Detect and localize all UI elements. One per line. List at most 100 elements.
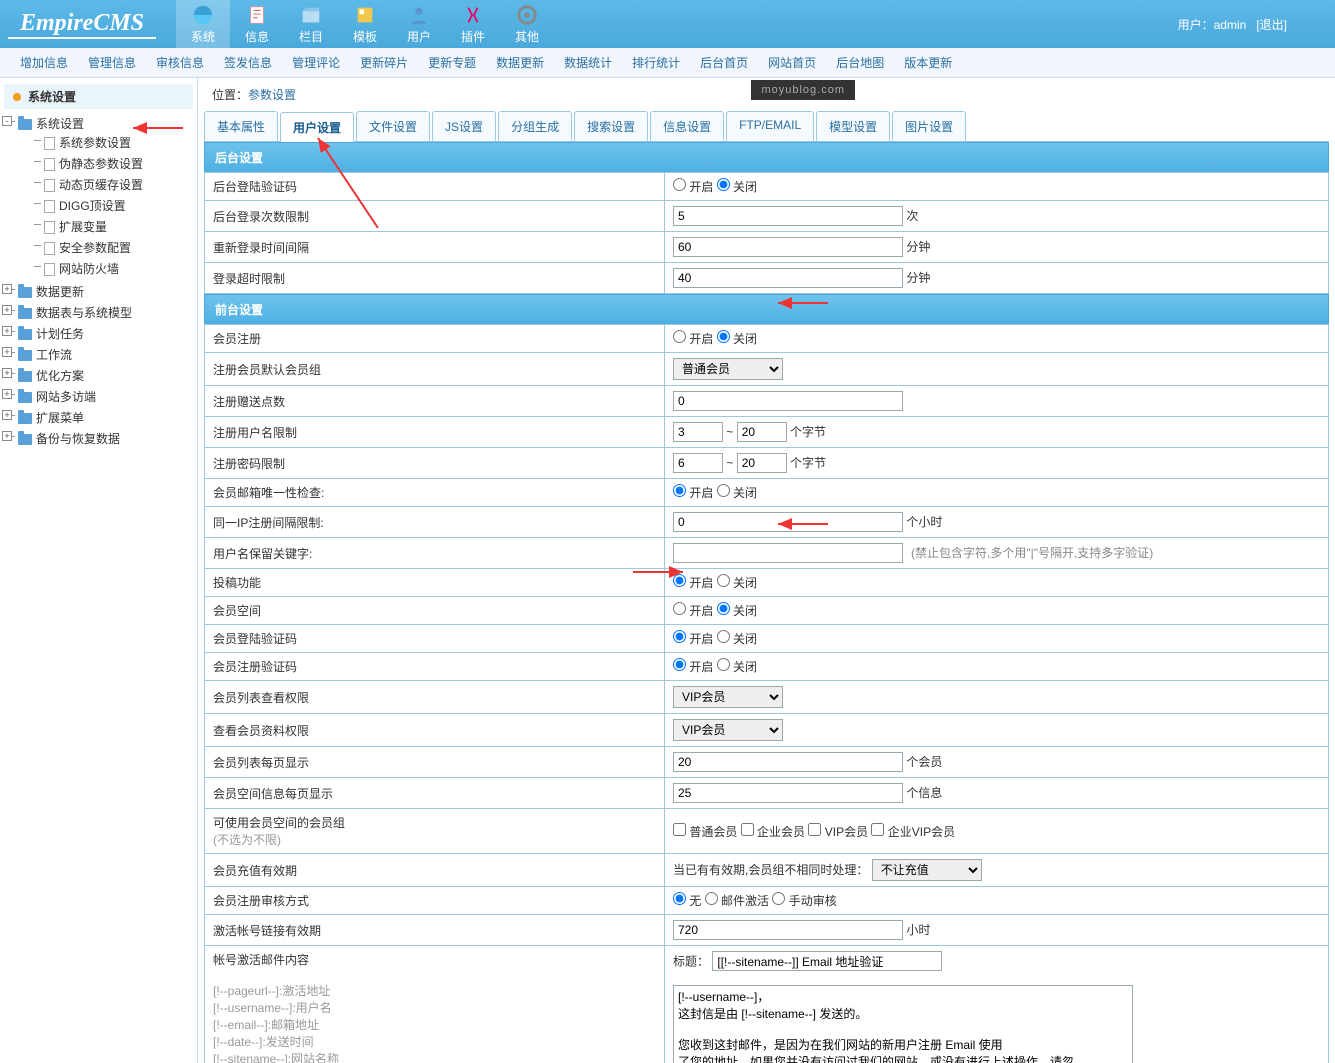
submenu-item[interactable]: 后台首页	[690, 54, 758, 71]
tab-basic[interactable]: 基本属性	[204, 111, 278, 141]
tab-ftp[interactable]: FTP/EMAIL	[726, 111, 814, 141]
login-captcha-off[interactable]	[717, 630, 730, 643]
submenu-item[interactable]: 更新专题	[418, 54, 486, 71]
topmenu-plugin[interactable]: 插件	[446, 0, 500, 48]
email-unique-on[interactable]	[673, 484, 686, 497]
submenu-item[interactable]: 更新碎片	[350, 54, 418, 71]
tree-toggle[interactable]: -	[2, 116, 12, 126]
tree-toggle[interactable]: +	[2, 347, 12, 357]
contribute-on[interactable]	[673, 574, 686, 587]
list-perpage-input[interactable]	[673, 752, 903, 772]
list-perm-select[interactable]: VIP会员	[673, 686, 783, 708]
tree-folder[interactable]: 数据表与系统模型	[36, 306, 132, 320]
tree-toggle[interactable]: +	[2, 410, 12, 420]
submenu-item[interactable]: 数据更新	[486, 54, 554, 71]
submenu-item[interactable]: 增加信息	[10, 54, 78, 71]
tree-file[interactable]: DIGG顶设置	[59, 199, 126, 213]
folder-icon	[18, 287, 32, 298]
topmenu-column[interactable]: 栏目	[284, 0, 338, 48]
reserved-input[interactable]	[673, 543, 903, 563]
logout-link[interactable]: [退出]	[1256, 18, 1287, 32]
tree-folder[interactable]: 备份与恢复数据	[36, 432, 120, 446]
tree-folder[interactable]: 数据更新	[36, 285, 84, 299]
tree-folder[interactable]: 工作流	[36, 348, 72, 362]
label: 会员空间	[205, 597, 665, 625]
tab-user[interactable]: 用户设置	[280, 112, 354, 142]
submenu-item[interactable]: 管理信息	[78, 54, 146, 71]
contribute-off[interactable]	[717, 574, 730, 587]
tree-folder[interactable]: 优化方案	[36, 369, 84, 383]
submenu-item[interactable]: 排行统计	[622, 54, 690, 71]
submenu-item[interactable]: 网站首页	[758, 54, 826, 71]
submenu-item[interactable]: 数据统计	[554, 54, 622, 71]
backend-captcha-on[interactable]	[673, 178, 686, 191]
topmenu-template[interactable]: 模板	[338, 0, 392, 48]
topmenu-other[interactable]: 其他	[500, 0, 554, 48]
login-count-input[interactable]	[673, 206, 903, 226]
space-on[interactable]	[673, 602, 686, 615]
space-perpage-input[interactable]	[673, 783, 903, 803]
tab-js[interactable]: JS设置	[432, 111, 496, 141]
tab-info[interactable]: 信息设置	[650, 111, 724, 141]
submenu-item[interactable]: 后台地图	[826, 54, 894, 71]
crumb-link[interactable]: 参数设置	[248, 88, 296, 102]
pw-min-input[interactable]	[673, 453, 723, 473]
space-off[interactable]	[717, 602, 730, 615]
tree-toggle[interactable]: +	[2, 326, 12, 336]
submenu-item[interactable]: 审核信息	[146, 54, 214, 71]
tree-file[interactable]: 网站防火墙	[59, 262, 119, 276]
reg-captcha-on[interactable]	[673, 658, 686, 671]
un-min-input[interactable]	[673, 422, 723, 442]
submenu-item[interactable]: 版本更新	[894, 54, 962, 71]
topmenu-system[interactable]: 系统	[176, 0, 230, 48]
pw-max-input[interactable]	[737, 453, 787, 473]
submenu-item[interactable]: 管理评论	[282, 54, 350, 71]
email-body-textarea[interactable]	[673, 985, 1133, 1063]
default-group-select[interactable]: 普通会员	[673, 358, 783, 380]
tab-file[interactable]: 文件设置	[356, 111, 430, 141]
tree-toggle[interactable]: +	[2, 389, 12, 399]
submenu-item[interactable]: 签发信息	[214, 54, 282, 71]
tree-folder[interactable]: 计划任务	[36, 327, 84, 341]
group-cb[interactable]	[741, 823, 754, 836]
reg-captcha-off[interactable]	[717, 658, 730, 671]
tree-folder[interactable]: 网站多访端	[36, 390, 96, 404]
tree-folder[interactable]: 系统设置	[36, 117, 84, 131]
topmenu-info[interactable]: 信息	[230, 0, 284, 48]
tree-file-sys-params[interactable]: 系统参数设置	[59, 136, 131, 150]
login-captcha-on[interactable]	[673, 630, 686, 643]
tree-file[interactable]: 安全参数配置	[59, 241, 131, 255]
email-title-input[interactable]	[712, 951, 942, 971]
ip-limit-input[interactable]	[673, 512, 903, 532]
tree-file[interactable]: 伪静态参数设置	[59, 157, 143, 171]
tree-toggle[interactable]: +	[2, 305, 12, 315]
activate-valid-input[interactable]	[673, 920, 903, 940]
audit-email[interactable]	[705, 892, 718, 905]
tree-file[interactable]: 扩展变量	[59, 220, 107, 234]
topmenu-user[interactable]: 用户	[392, 0, 446, 48]
audit-none[interactable]	[673, 892, 686, 905]
tree-toggle[interactable]: +	[2, 431, 12, 441]
group-cb[interactable]	[871, 823, 884, 836]
un-max-input[interactable]	[737, 422, 787, 442]
tab-model[interactable]: 模型设置	[816, 111, 890, 141]
group-cb[interactable]	[808, 823, 821, 836]
tab-image[interactable]: 图片设置	[892, 111, 966, 141]
group-cb[interactable]	[673, 823, 686, 836]
audit-manual[interactable]	[772, 892, 785, 905]
tab-search[interactable]: 搜索设置	[574, 111, 648, 141]
email-unique-off[interactable]	[717, 484, 730, 497]
reg-on[interactable]	[673, 330, 686, 343]
reg-off[interactable]	[717, 330, 730, 343]
tab-group[interactable]: 分组生成	[498, 111, 572, 141]
recharge-select[interactable]: 不让充值	[872, 859, 982, 881]
tree-toggle[interactable]: +	[2, 284, 12, 294]
profile-perm-select[interactable]: VIP会员	[673, 719, 783, 741]
timeout-input[interactable]	[673, 268, 903, 288]
tree-file[interactable]: 动态页缓存设置	[59, 178, 143, 192]
relogin-input[interactable]	[673, 237, 903, 257]
points-input[interactable]	[673, 391, 903, 411]
tree-folder[interactable]: 扩展菜单	[36, 411, 84, 425]
backend-captcha-off[interactable]	[717, 178, 730, 191]
tree-toggle[interactable]: +	[2, 368, 12, 378]
